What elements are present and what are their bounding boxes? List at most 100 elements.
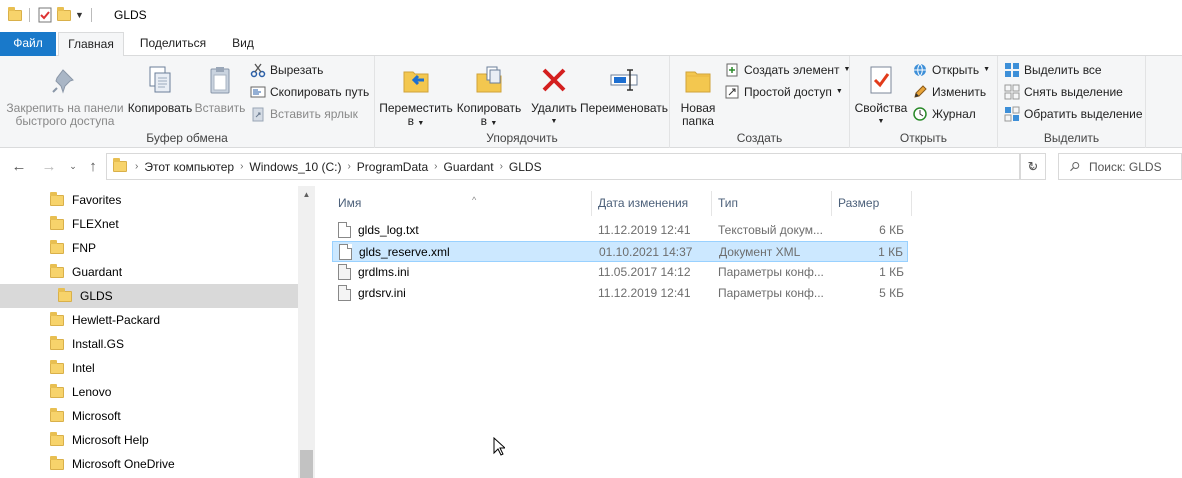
nav-item-label: GLDS [80, 289, 113, 303]
chevron-down-icon: ▼ [835, 88, 843, 95]
column-name-label: Имя [338, 196, 362, 210]
breadcrumb-this-pc[interactable]: Этот компьютер [140, 160, 238, 174]
nav-item-flexnet[interactable]: FLEXnet [0, 212, 298, 236]
breadcrumb-glds[interactable]: GLDS [505, 160, 546, 174]
address-box[interactable]: › Этот компьютер › Windows_10 (C:) › Pro… [106, 153, 1020, 180]
tab-view[interactable]: Вид [220, 32, 266, 56]
history-button[interactable]: Журнал [912, 104, 976, 124]
select-all-icon [1005, 63, 1019, 77]
history-icon [913, 107, 927, 121]
qat-dropdown-icon[interactable]: ▼ [75, 10, 84, 20]
scroll-up-icon[interactable]: ▲ [298, 190, 315, 199]
nav-item-hewlett-packard[interactable]: Hewlett-Packard [0, 308, 298, 332]
nav-item-glds[interactable]: GLDS [0, 284, 298, 308]
pin-label-line2: быстрого доступа [15, 114, 115, 128]
folder-icon [50, 407, 64, 422]
nav-item-favorites[interactable]: Favorites [0, 188, 298, 212]
search-input[interactable]: Поиск: GLDS [1058, 153, 1182, 180]
navigation-scrollbar[interactable]: ▲ [298, 186, 315, 478]
delete-label: Удалить [531, 101, 577, 115]
column-header-name[interactable]: Имя ^ [332, 191, 592, 216]
quick-access-toolbar: ▼ [8, 6, 95, 23]
refresh-icon[interactable]: ↻ [1020, 153, 1046, 180]
breadcrumb-drive[interactable]: Windows_10 (C:) [245, 160, 345, 174]
file-type-cell: Документ XML [719, 245, 801, 259]
breadcrumb-separator-icon[interactable]: › [133, 161, 140, 172]
column-header-type[interactable]: Тип [712, 191, 832, 216]
select-none-label: Снять выделение [1024, 85, 1123, 99]
breadcrumb-programdata[interactable]: ProgramData [353, 160, 432, 174]
easy-access-button[interactable]: Простой доступ ▼ [724, 82, 843, 102]
paste-label: Вставить [194, 101, 246, 115]
copy-to-button[interactable]: Копировать в ▼ [453, 60, 525, 130]
nav-item-label: FNP [72, 241, 96, 255]
breadcrumb-separator-icon[interactable]: › [238, 161, 245, 172]
nav-item-install-gs[interactable]: Install.GS [0, 332, 298, 356]
file-row[interactable]: glds_log.txt 11.12.2019 12:41 Текстовый до… [332, 220, 908, 241]
select-all-button[interactable]: Выделить все [1004, 60, 1102, 80]
invert-selection-icon [1004, 106, 1020, 122]
scissors-icon [250, 63, 266, 78]
column-header-date[interactable]: Дата изменения [592, 191, 712, 216]
new-folder-button[interactable]: Новая папка [676, 60, 720, 128]
pin-icon [52, 69, 74, 94]
tab-home[interactable]: Главная [58, 32, 124, 57]
nav-item-microsoft-help[interactable]: Microsoft Help [0, 428, 298, 452]
open-button[interactable]: Открыть ▼ [912, 60, 990, 80]
nav-item-lenovo[interactable]: Lenovo [0, 380, 298, 404]
new-item-button[interactable]: Создать элемент ▼ [724, 60, 850, 80]
rename-button[interactable]: Переименовать [579, 60, 669, 115]
invert-selection-button[interactable]: Обратить выделение [1004, 104, 1143, 124]
mouse-cursor-icon [493, 437, 505, 456]
file-type-cell: Параметры конф... [718, 265, 824, 279]
tab-share[interactable]: Поделиться [130, 32, 216, 56]
nav-item-guardant[interactable]: Guardant [0, 260, 298, 284]
nav-item-microsoft[interactable]: Microsoft [0, 404, 298, 428]
new-folder-qat-icon[interactable] [57, 6, 71, 21]
file-name-cell: grdsrv.ini [358, 286, 406, 300]
scrollbar-thumb[interactable] [300, 450, 313, 478]
breadcrumb-guardant[interactable]: Guardant [440, 160, 498, 174]
paste-shortcut-button[interactable]: Вставить ярлык [250, 104, 358, 124]
cut-label: Вырезать [270, 63, 324, 77]
breadcrumb-separator-icon[interactable]: › [345, 161, 352, 172]
pin-to-quick-access-button[interactable]: Закрепить на панели быстрого доступа [4, 60, 126, 128]
copy-path-button[interactable]: Скопировать путь [250, 82, 369, 102]
edit-button[interactable]: Изменить [912, 82, 986, 102]
organize-group: Переместить в ▼ Копировать в ▼ Удалить ▼… [375, 56, 670, 148]
file-size-cell: 1 КБ [878, 245, 903, 259]
up-arrow-icon[interactable]: ↑ [84, 158, 102, 175]
forward-arrow-icon[interactable]: → [40, 158, 58, 175]
xml-file-icon [339, 244, 352, 260]
tab-file[interactable]: Файл [0, 32, 56, 56]
paste-shortcut-label: Вставить ярлык [270, 107, 358, 121]
file-row[interactable]: glds_reserve.xml 01.10.2021 14:37 Документ… [332, 241, 908, 262]
copy-button[interactable]: Копировать [126, 60, 194, 115]
cut-button[interactable]: Вырезать [250, 60, 323, 80]
breadcrumb-separator-icon[interactable]: › [432, 161, 439, 172]
rename-icon [610, 69, 638, 91]
recent-locations-chevron-icon[interactable]: ⌄ [64, 161, 82, 172]
properties-qat-icon[interactable] [37, 7, 53, 23]
file-row[interactable]: grdlms.ini 11.05.2017 14:12 Параметры конф… [332, 262, 908, 283]
properties-button[interactable]: Свойства ▼ [854, 60, 908, 128]
nav-item-fnp[interactable]: FNP [0, 236, 298, 260]
open-group-label: Открыть [899, 131, 948, 145]
delete-button[interactable]: Удалить ▼ [529, 60, 579, 128]
nav-item-microsoft-onedrive[interactable]: Microsoft OneDrive [0, 452, 298, 476]
file-size-cell: 1 КБ [879, 265, 904, 279]
nav-item-intel[interactable]: Intel [0, 356, 298, 380]
breadcrumb-separator-icon[interactable]: › [498, 161, 505, 172]
chevron-down-icon: ▼ [983, 66, 991, 73]
select-none-button[interactable]: Снять выделение [1004, 82, 1123, 102]
move-to-button[interactable]: Переместить в ▼ [379, 60, 453, 130]
nav-item-label: Favorites [72, 193, 122, 207]
paste-button[interactable]: Вставить [194, 60, 246, 115]
back-arrow-icon[interactable]: ← [10, 158, 28, 175]
column-header-size[interactable]: Размер [832, 191, 912, 216]
file-row[interactable]: grdsrv.ini 11.12.2019 12:41 Параметры конф… [332, 283, 908, 304]
folder-icon [113, 158, 127, 172]
nav-item-label: Guardant [72, 265, 123, 279]
easy-access-icon [725, 85, 739, 99]
file-type-cell: Текстовый докум... [718, 223, 823, 237]
